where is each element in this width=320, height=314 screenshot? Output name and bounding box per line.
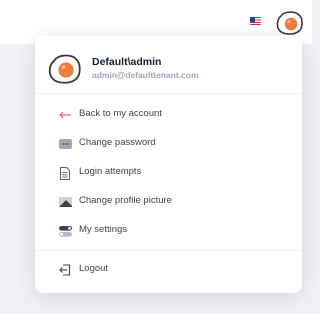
password-icon <box>58 137 72 151</box>
user-profile-header: Default\admin admin@defaulttenant.com <box>35 36 302 94</box>
toggle-icon <box>58 224 72 238</box>
change-profile-picture-label: Change profile picture <box>79 195 172 206</box>
us-flag-icon[interactable] <box>250 17 261 25</box>
user-avatar <box>48 54 81 84</box>
logout-label: Logout <box>79 263 109 274</box>
my-settings-item[interactable]: My settings <box>49 220 289 242</box>
logout-separator <box>35 250 302 251</box>
back-to-my-account-label: Back to my account <box>79 108 162 119</box>
back-to-my-account-item[interactable]: Back to my account <box>49 104 289 126</box>
change-profile-picture-item[interactable]: Change profile picture <box>49 191 289 213</box>
user-email: admin@defaulttenant.com <box>92 70 199 80</box>
header-separator <box>35 93 302 94</box>
change-password-item[interactable]: Change password <box>49 133 289 155</box>
logout-item[interactable]: Logout <box>49 259 289 281</box>
login-attempts-item[interactable]: Login attempts <box>49 162 289 184</box>
my-settings-label: My settings <box>79 224 128 235</box>
user-avatar-button[interactable] <box>276 10 304 36</box>
change-password-label: Change password <box>79 137 156 148</box>
login-attempts-label: Login attempts <box>79 166 142 177</box>
document-list-icon <box>58 166 72 180</box>
user-menu-dropdown: Default\admin admin@defaulttenant.com Ba… <box>35 36 302 293</box>
logout-icon <box>58 263 72 277</box>
image-icon <box>58 195 72 209</box>
arrow-left-icon <box>58 108 72 122</box>
user-name: Default\admin <box>92 56 162 68</box>
